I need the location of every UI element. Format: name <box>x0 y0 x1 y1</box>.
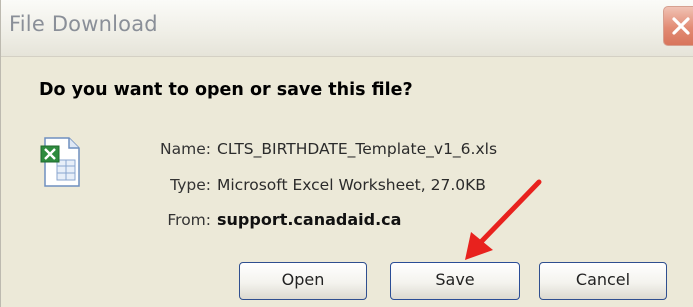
title-bar[interactable]: File Download <box>1 0 693 57</box>
excel-file-icon <box>40 137 80 187</box>
file-name-row: Name: CLTS_BIRTHDATE_Template_v1_6.xls <box>141 140 497 158</box>
close-button[interactable] <box>663 6 693 46</box>
file-download-dialog: File Download Do you want to open or sav… <box>0 0 693 307</box>
open-button[interactable]: Open <box>239 262 367 300</box>
file-source-label: From: <box>167 211 211 229</box>
file-type-row: Type: Microsoft Excel Worksheet, 27.0KB <box>141 176 486 194</box>
window-title: File Download <box>9 12 158 36</box>
file-name-value: CLTS_BIRTHDATE_Template_v1_6.xls <box>217 140 498 158</box>
cancel-button[interactable]: Cancel <box>539 262 667 300</box>
file-source-row: From: support.canadaid.ca <box>141 210 401 229</box>
red-arrow-icon <box>465 179 542 260</box>
file-name-label: Name: <box>160 140 211 158</box>
close-icon <box>672 17 690 35</box>
save-button[interactable]: Save <box>390 262 520 300</box>
file-source-value: support.canadaid.ca <box>217 210 402 229</box>
file-type-label: Type: <box>170 176 211 194</box>
prompt-question: Do you want to open or save this file? <box>39 80 413 100</box>
